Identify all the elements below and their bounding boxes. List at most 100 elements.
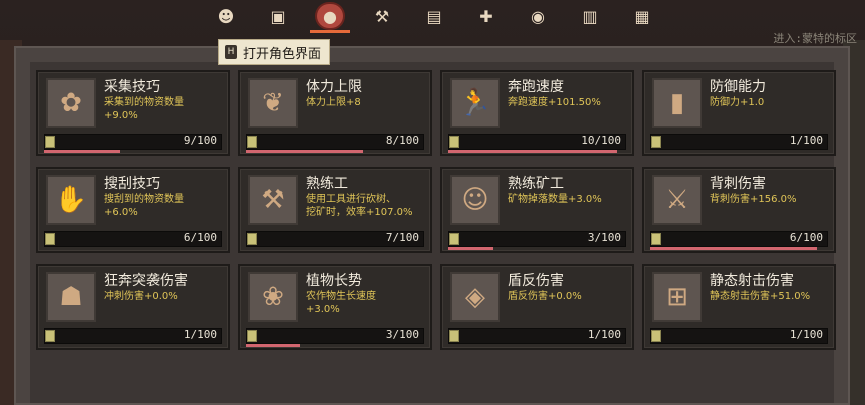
shield-icon: ▮ xyxy=(652,78,702,128)
tooltip: H 打开角色界面 xyxy=(218,39,331,65)
skill-description: 使用工具进行砍树、 挖矿时，效率+107.0% xyxy=(306,194,413,218)
skill-description: 奔跑速度+101.50% xyxy=(508,97,601,108)
level-marker xyxy=(45,136,55,148)
skill-card[interactable]: ✋ 搜刮技巧 搜刮到的物资数量 +6.0% 6/100 xyxy=(36,167,230,253)
skill-level-count: 7/100 xyxy=(385,231,419,244)
skill-progress-fill xyxy=(246,150,363,153)
skill-title: 盾反伤害 xyxy=(508,273,564,289)
target-icon: ⊞ xyxy=(652,272,702,322)
skill-level-bar: 6/100 xyxy=(650,231,828,247)
skill-level-bar: 1/100 xyxy=(650,328,828,344)
silhouette-icon: ☗ xyxy=(46,272,96,322)
skill-card[interactable]: ☺ 熟练矿工 矿物掉落数量+3.0% 3/100 xyxy=(440,167,634,253)
skill-level-count: 1/100 xyxy=(587,328,621,341)
skill-card[interactable]: ⚒ 熟练工使用工具进行砍树、 挖矿时，效率+107.0% 7/100 xyxy=(238,167,432,253)
skill-level-bar: 8/100 xyxy=(246,134,424,150)
skill-title: 采集技巧 xyxy=(104,79,160,95)
add-user-icon: ✚ xyxy=(479,6,493,26)
hotkey-badge: H xyxy=(225,45,237,59)
skill-level-count: 3/100 xyxy=(385,328,419,341)
map-icon: ▤ xyxy=(426,6,442,26)
skill-title: 体力上限 xyxy=(306,79,362,95)
level-marker xyxy=(247,233,257,245)
skill-orb-icon: ● xyxy=(317,4,343,28)
skill-progress-fill xyxy=(448,150,617,153)
skill-title: 植物长势 xyxy=(306,273,362,289)
skill-card[interactable]: ☗ 狂奔突袭伤害冲刺伤害+0.0% 1/100 xyxy=(36,264,230,350)
skill-card[interactable]: ❀ 植物长势 农作物生长速度 +3.0% 3/100 xyxy=(238,264,432,350)
toolbar-button-character[interactable]: ☻ xyxy=(200,0,252,32)
skill-level-count: 1/100 xyxy=(183,328,217,341)
skill-level-count: 9/100 xyxy=(183,134,217,147)
skill-progress-fill xyxy=(650,247,817,250)
skill-level-bar: 6/100 xyxy=(44,231,222,247)
skill-card[interactable]: ⊞ 静态射击伤害 静态射击伤害+51.0% 1/100 xyxy=(642,264,836,350)
level-marker xyxy=(651,330,661,342)
toolbar-button-book[interactable]: ▥ xyxy=(564,0,616,32)
runner-icon: 🏃 xyxy=(450,78,500,128)
skill-level-bar: 9/100 xyxy=(44,134,222,150)
skill-card[interactable]: ◈ 盾反伤害盾反伤害+0.0% 1/100 xyxy=(440,264,634,350)
miner-icon: ☺ xyxy=(450,175,500,225)
backstab-icon: ⚔ xyxy=(652,175,702,225)
skills-grid: ✿ 采集技巧采集到的物资数量 +9.0% 9/100 ❦ 体力上限体力上限+8 8/100… xyxy=(36,70,836,350)
skill-level-bar: 1/100 xyxy=(448,328,626,344)
toolbar-button-tool[interactable]: ⚒ xyxy=(356,0,408,32)
skill-title: 搜刮技巧 xyxy=(104,176,160,192)
skill-level-bar: 1/100 xyxy=(650,134,828,150)
skill-card[interactable]: ✿ 采集技巧采集到的物资数量 +9.0% 9/100 xyxy=(36,70,230,156)
skill-description: 采集到的物资数量 +9.0% xyxy=(104,97,184,121)
skill-title: 熟练矿工 xyxy=(508,176,564,192)
plant-pot-icon: ❀ xyxy=(248,272,298,322)
level-marker xyxy=(45,330,55,342)
skill-level-count: 1/100 xyxy=(789,328,823,341)
skill-level-count: 8/100 xyxy=(385,134,419,147)
stats-icon: ▦ xyxy=(634,6,650,26)
tooltip-text: 打开角色界面 xyxy=(243,46,322,62)
axe-icon: ⚒ xyxy=(248,175,298,225)
level-marker xyxy=(247,330,257,342)
skill-description: 体力上限+8 xyxy=(306,97,361,108)
coin-icon: ◉ xyxy=(531,6,545,26)
tool-icon: ⚒ xyxy=(374,6,390,26)
book-icon: ▥ xyxy=(582,6,598,26)
skill-title: 静态射击伤害 xyxy=(710,273,794,289)
toolbar-button-add-user[interactable]: ✚ xyxy=(460,0,512,32)
toolbar-button-bag[interactable]: ▣ xyxy=(252,0,304,32)
skill-title: 熟练工 xyxy=(306,176,348,192)
skill-progress-fill xyxy=(448,247,493,250)
skill-title: 防御能力 xyxy=(710,79,766,95)
toolbar-button-coin[interactable]: ◉ xyxy=(512,0,564,32)
skill-card[interactable]: ❦ 体力上限体力上限+8 8/100 xyxy=(238,70,432,156)
toolbar-button-stats[interactable]: ▦ xyxy=(616,0,668,32)
skill-title: 狂奔突袭伤害 xyxy=(104,273,188,289)
skill-level-bar: 10/100 xyxy=(448,134,626,150)
toolbar-button-map[interactable]: ▤ xyxy=(408,0,460,32)
hand-icon: ✋ xyxy=(46,175,96,225)
skill-description: 冲刺伤害+0.0% xyxy=(104,291,178,302)
skills-panel: ✿ 采集技巧采集到的物资数量 +9.0% 9/100 ❦ 体力上限体力上限+8 8/100… xyxy=(14,46,850,405)
level-marker xyxy=(45,233,55,245)
level-marker xyxy=(651,233,661,245)
parry-shield-icon: ◈ xyxy=(450,272,500,322)
skill-level-count: 10/100 xyxy=(581,134,621,147)
toolbar-button-skill-orb[interactable]: ● xyxy=(304,0,356,33)
skill-level-bar: 3/100 xyxy=(448,231,626,247)
skill-level-bar: 7/100 xyxy=(246,231,424,247)
skill-card[interactable]: ⚔ 背刺伤害背刺伤害+156.0% 6/100 xyxy=(642,167,836,253)
skill-description: 防御力+1.0 xyxy=(710,97,765,108)
skill-card[interactable]: ▮ 防御能力防御力+1.0 1/100 xyxy=(642,70,836,156)
level-marker xyxy=(651,136,661,148)
top-toolbar: ☻ ▣ ● ⚒ ▤ ✚ ◉ ▥ ▦ xyxy=(200,0,668,34)
lungs-icon: ❦ xyxy=(248,78,298,128)
skill-level-bar: 3/100 xyxy=(246,328,424,344)
skill-title: 背刺伤害 xyxy=(710,176,766,192)
skill-level-count: 3/100 xyxy=(587,231,621,244)
level-marker xyxy=(449,136,459,148)
scene-status-text: 进入:蒙特的标区 xyxy=(773,32,857,45)
skill-card[interactable]: 🏃 奔跑速度 奔跑速度+101.50% 10/100 xyxy=(440,70,634,156)
skill-description: 背刺伤害+156.0% xyxy=(710,194,797,205)
skill-level-count: 6/100 xyxy=(183,231,217,244)
skill-description: 盾反伤害+0.0% xyxy=(508,291,582,302)
flower-icon: ✿ xyxy=(46,78,96,128)
